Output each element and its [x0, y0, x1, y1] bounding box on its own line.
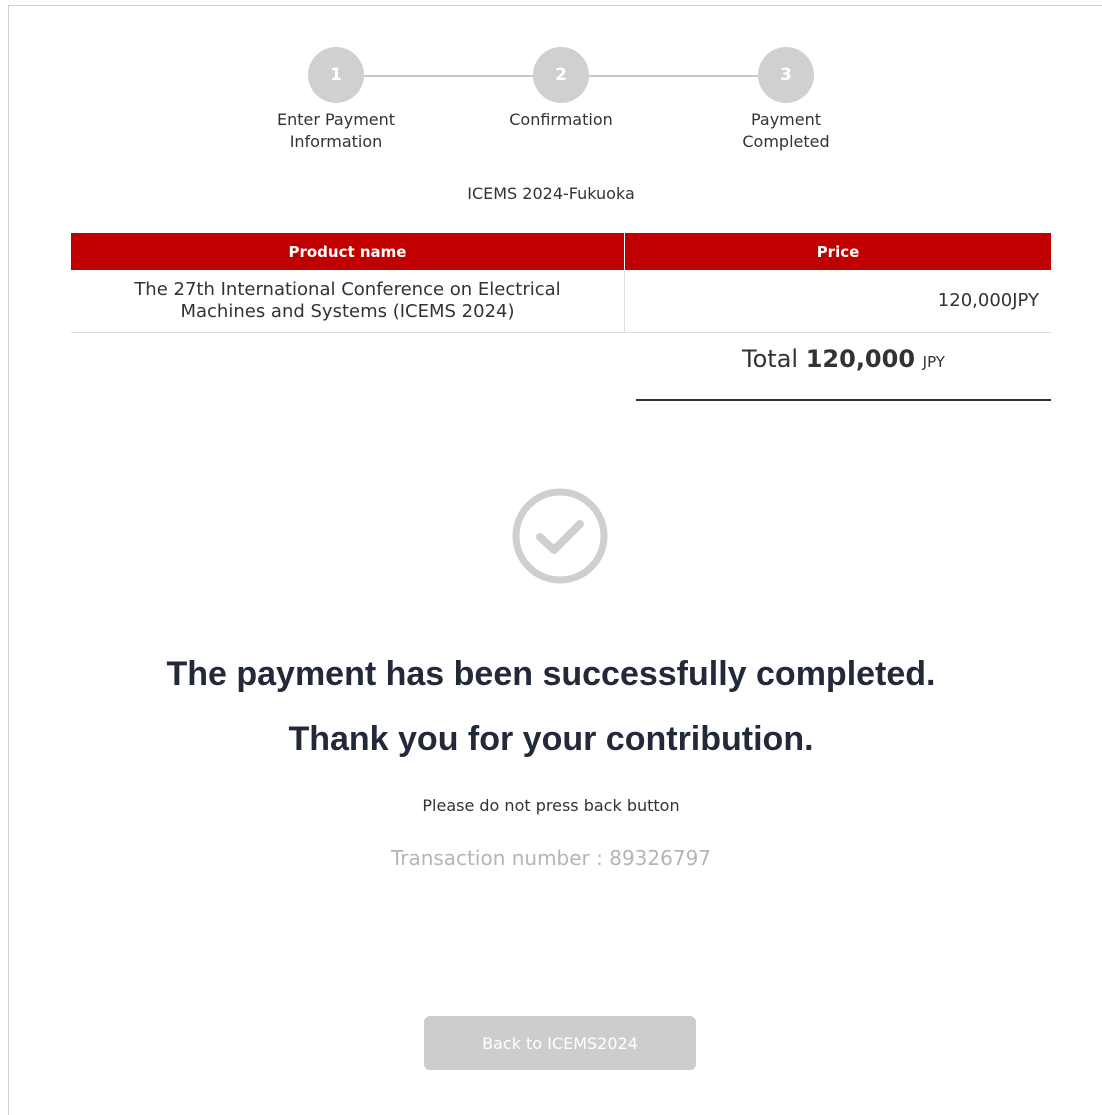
- step-2: 2 Confirmation: [481, 47, 641, 131]
- product-name-cell: The 27th International Conference on Ele…: [71, 270, 625, 333]
- step-1-circle: 1: [308, 47, 364, 103]
- total-amount: 120,000: [805, 345, 916, 373]
- table-row: The 27th International Conference on Ele…: [71, 270, 1051, 333]
- column-header-price: Price: [624, 233, 1051, 270]
- thank-you-message: Thank you for your contribution.: [288, 720, 814, 758]
- order-total: Total 120,000 JPY: [636, 345, 1051, 401]
- event-name: ICEMS 2024-Fukuoka: [467, 184, 635, 203]
- transaction-number: Transaction number : 89326797: [390, 846, 712, 870]
- product-price-cell: 120,000JPY: [624, 270, 1051, 333]
- step-1: 1 Enter Payment Information: [256, 47, 416, 153]
- step-2-circle: 2: [533, 47, 589, 103]
- step-2-label: Confirmation: [509, 110, 613, 129]
- step-3-label: Payment Completed: [742, 110, 830, 151]
- step-1-label: Enter Payment Information: [276, 110, 396, 151]
- order-table: Product name Price The 27th Internationa…: [71, 233, 1051, 333]
- total-currency: JPY: [922, 353, 945, 371]
- step-3: 3 Payment Completed: [706, 47, 866, 153]
- total-label: Total: [742, 345, 799, 373]
- check-circle-icon: [512, 488, 608, 584]
- step-3-circle: 3: [758, 47, 814, 103]
- table-header-row: Product name Price: [71, 233, 1051, 270]
- back-button-warning: Please do not press back button: [422, 796, 680, 815]
- back-to-site-button[interactable]: Back to ICEMS2024: [424, 1016, 696, 1070]
- success-message: The payment has been successfully comple…: [166, 655, 936, 693]
- column-header-product: Product name: [71, 233, 625, 270]
